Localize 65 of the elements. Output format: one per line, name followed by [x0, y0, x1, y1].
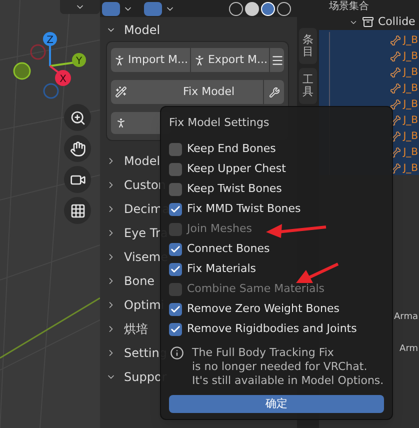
solid-icon[interactable] — [245, 2, 259, 16]
fix-model-button[interactable]: Fix Model — [111, 80, 263, 104]
outliner-row[interactable]: J_B — [329, 48, 419, 64]
property-field[interactable]: Arm — [400, 342, 418, 356]
outliner-row[interactable]: J_B — [329, 32, 419, 48]
wireframe-icon[interactable] — [229, 2, 243, 16]
panel-title[interactable]: Bone — [124, 272, 155, 290]
check-icon — [170, 324, 181, 335]
wrench-icon — [268, 86, 280, 98]
property-field[interactable]: Arma — [394, 311, 418, 324]
wrench-button[interactable] — [264, 80, 284, 104]
bone-icon — [390, 50, 402, 62]
figure-icon — [115, 117, 127, 129]
zoom-icon[interactable] — [64, 104, 91, 131]
figure-icon — [192, 54, 206, 66]
check-icon — [170, 204, 181, 215]
option-checkbox[interactable]: Keep Twist Bones — [169, 180, 384, 200]
menu-icon — [270, 54, 284, 66]
option-checkbox[interactable]: Fix Materials — [169, 260, 384, 280]
sidebar-tab[interactable]: 工具 — [299, 68, 317, 104]
check-icon — [170, 244, 181, 255]
sidebar-tab[interactable]: 条目 — [299, 28, 317, 64]
option-checkbox[interactable]: Remove Rigidbodies and Joints — [169, 320, 384, 340]
export-button[interactable]: Export M... — [190, 48, 270, 72]
bone-icon — [390, 82, 402, 94]
import-button[interactable]: Import M... — [111, 48, 190, 72]
panel-title[interactable]: Model — [124, 152, 160, 170]
panel-title[interactable]: 烘培 — [124, 320, 148, 338]
dialog-title: Fix Model Settings — [169, 115, 270, 131]
scene-collection-label[interactable]: 场景集合 — [329, 1, 369, 13]
grid-icon[interactable] — [64, 197, 91, 224]
option-checkbox[interactable]: Keep Upper Chest — [169, 160, 384, 180]
info-text: It's still available in Model Options. — [192, 374, 384, 388]
bone-icon — [390, 114, 402, 126]
option-checkbox[interactable]: Remove Zero Weight Bones — [169, 300, 384, 320]
bone-icon — [390, 66, 402, 78]
option-checkbox[interactable]: Keep End Bones — [169, 140, 384, 160]
outliner-row[interactable]: J_B — [329, 64, 419, 80]
check-icon — [170, 304, 181, 315]
wand-icon — [115, 86, 127, 98]
collection-icon — [362, 16, 374, 28]
material-icon[interactable] — [261, 2, 275, 16]
rendered-icon[interactable] — [277, 2, 291, 16]
annotation-arrow — [266, 222, 328, 238]
menu-button[interactable] — [270, 48, 284, 72]
outliner-row[interactable]: J_B — [329, 80, 419, 96]
collection-label[interactable]: Collide — [378, 14, 416, 30]
option-checkbox[interactable]: Fix MMD Twist Bones — [169, 200, 384, 220]
panel-title: Model — [124, 22, 160, 39]
check-icon — [170, 264, 181, 275]
camera-icon[interactable] — [64, 166, 91, 193]
info-icon — [170, 346, 184, 360]
bone-icon — [390, 98, 402, 110]
ok-button[interactable]: 确定 — [169, 395, 384, 413]
bone-icon — [390, 146, 402, 158]
bone-icon — [390, 34, 402, 46]
option-checkbox[interactable]: Connect Bones — [169, 240, 384, 260]
bone-icon — [390, 130, 402, 142]
hand-icon[interactable] — [64, 135, 91, 162]
panel-title[interactable]: Optimi — [124, 296, 164, 314]
bone-icon — [390, 162, 402, 174]
figure-icon — [113, 54, 126, 66]
axis-gizmo-drawing[interactable]: Z Y X — [10, 28, 90, 100]
info-text: is no longer needed for VRChat. — [192, 360, 368, 374]
info-text: The Full Body Tracking Fix — [192, 346, 335, 360]
